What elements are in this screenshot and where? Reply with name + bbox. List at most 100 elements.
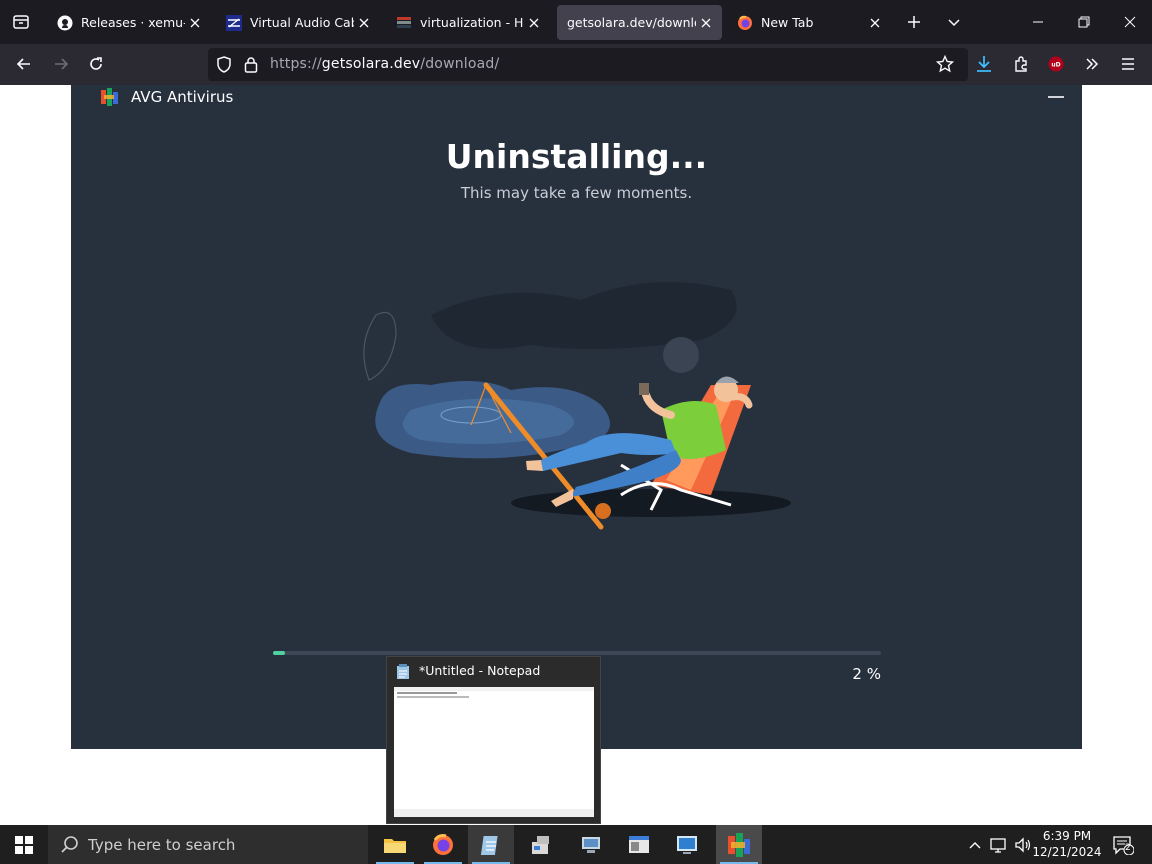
taskbar-notepad[interactable] bbox=[468, 825, 514, 864]
new-tab-button[interactable] bbox=[898, 6, 930, 38]
chevrons-right-icon bbox=[1086, 58, 1099, 70]
tab-title: Virtual Audio Cable - bbox=[250, 15, 354, 30]
forward-button[interactable] bbox=[45, 48, 77, 80]
tab-getsolara[interactable]: getsolara.dev/download/ bbox=[557, 5, 722, 40]
arrow-right-icon bbox=[55, 58, 69, 70]
taskbar-app-installer[interactable] bbox=[518, 825, 564, 864]
bookmark-star-icon[interactable] bbox=[935, 54, 955, 77]
notepad-thumbnail-preview[interactable]: *Untitled - Notepad bbox=[386, 656, 601, 824]
close-icon[interactable] bbox=[185, 13, 205, 33]
taskbar-window-app[interactable] bbox=[616, 825, 662, 864]
chevron-down-icon bbox=[948, 19, 960, 27]
tab-title: Releases · xemu-proj bbox=[81, 15, 185, 30]
network-icon bbox=[990, 837, 1006, 853]
taskbar-search-box[interactable]: Type here to search bbox=[48, 825, 368, 864]
folder-icon bbox=[384, 838, 406, 853]
firefox-view-button[interactable] bbox=[0, 0, 42, 44]
tab-strip: Releases · xemu-proj Virtual Audio Cable… bbox=[0, 0, 1152, 44]
relaxing-person-illustration bbox=[363, 282, 791, 530]
chevron-up-icon bbox=[969, 841, 981, 848]
shield-icon[interactable] bbox=[216, 56, 232, 77]
windows-logo-icon bbox=[15, 835, 33, 854]
ublock-icon: uD bbox=[1048, 56, 1064, 72]
clock-time: 6:39 PM bbox=[1042, 829, 1092, 843]
avg-logo-icon bbox=[101, 88, 118, 106]
more-tools-button[interactable] bbox=[1076, 48, 1108, 80]
preview-title: *Untitled - Notepad bbox=[419, 663, 541, 678]
computer-icon bbox=[582, 836, 600, 853]
github-icon bbox=[57, 15, 73, 31]
back-button[interactable] bbox=[8, 48, 40, 80]
monitor-icon bbox=[677, 835, 697, 854]
start-button[interactable] bbox=[0, 825, 48, 864]
reload-icon bbox=[90, 57, 102, 70]
notepad-icon bbox=[480, 835, 498, 855]
tab-virtual-audio-cable[interactable]: Virtual Audio Cable - bbox=[216, 5, 380, 40]
downloads-button[interactable] bbox=[968, 48, 1000, 80]
minimize-icon bbox=[1048, 96, 1064, 98]
taskbar-file-explorer[interactable] bbox=[372, 825, 418, 864]
lock-icon[interactable] bbox=[244, 56, 258, 77]
close-icon[interactable] bbox=[354, 13, 374, 33]
speaker-icon bbox=[1015, 836, 1031, 853]
extensions-button[interactable] bbox=[1005, 48, 1037, 80]
minimize-window-button[interactable] bbox=[1022, 6, 1054, 38]
taskbar-device-manager[interactable] bbox=[568, 825, 614, 864]
app-menu-button[interactable] bbox=[1112, 48, 1144, 80]
avg-logo-icon bbox=[728, 832, 750, 857]
network-button[interactable] bbox=[988, 825, 1010, 864]
reload-button[interactable] bbox=[80, 48, 112, 80]
list-all-tabs-button[interactable] bbox=[938, 6, 970, 38]
taskbar-clock[interactable]: 6:39 PM 12/21/2024 bbox=[1032, 828, 1102, 860]
installer-icon bbox=[532, 835, 549, 854]
volume-button[interactable] bbox=[1012, 825, 1034, 864]
taskbar-avg[interactable] bbox=[716, 825, 762, 864]
notepad-icon bbox=[397, 664, 409, 679]
notepad-content-thumbnail bbox=[394, 687, 594, 817]
tab-title: getsolara.dev/download/ bbox=[567, 15, 696, 30]
search-icon bbox=[61, 835, 78, 853]
action-center-button[interactable]: 2 bbox=[1108, 825, 1138, 864]
taskbar-control-panel[interactable] bbox=[664, 825, 710, 864]
vac-icon bbox=[226, 14, 242, 31]
firefox-view-icon bbox=[13, 15, 29, 29]
windows-taskbar: Type here to search 6:39 PM 12/21/2024 2 bbox=[0, 825, 1152, 864]
ublock-origin-button[interactable]: uD bbox=[1040, 48, 1072, 80]
close-icon[interactable] bbox=[696, 13, 716, 33]
restore-icon bbox=[1078, 16, 1090, 28]
preview-thumbnail[interactable] bbox=[394, 687, 594, 817]
stackexchange-icon bbox=[396, 15, 412, 31]
plus-icon bbox=[908, 16, 920, 28]
tab-title: New Tab bbox=[761, 15, 814, 30]
tab-virtualization[interactable]: virtualization - How bbox=[386, 5, 550, 40]
firefox-icon bbox=[433, 833, 453, 855]
puzzle-icon bbox=[1015, 56, 1027, 72]
search-placeholder: Type here to search bbox=[88, 835, 236, 854]
arrow-left-icon bbox=[16, 58, 30, 70]
avg-uninstaller-panel: AVG Antivirus Uninstalling... This may t… bbox=[71, 85, 1082, 749]
navigation-toolbar: https://getsolara.dev/download/ uD bbox=[0, 44, 1152, 85]
svg-text:uD: uD bbox=[1051, 62, 1060, 69]
clock-date: 12/21/2024 bbox=[1032, 845, 1102, 859]
minimize-button[interactable] bbox=[1046, 87, 1066, 107]
url-text[interactable]: https://getsolara.dev/download/ bbox=[270, 56, 499, 72]
brand: AVG Antivirus bbox=[101, 87, 233, 107]
tab-releases-xemu[interactable]: Releases · xemu-proj bbox=[47, 5, 211, 40]
close-window-button[interactable] bbox=[1114, 6, 1146, 38]
notification-count: 2 bbox=[1125, 843, 1131, 853]
minimize-icon bbox=[1033, 21, 1043, 23]
show-hidden-icons-button[interactable] bbox=[966, 825, 984, 864]
tab-new-tab[interactable]: New Tab bbox=[727, 5, 891, 40]
close-icon[interactable] bbox=[865, 13, 885, 33]
url-bar[interactable]: https://getsolara.dev/download/ bbox=[208, 48, 968, 81]
taskbar-firefox[interactable] bbox=[420, 825, 466, 864]
tab-title: virtualization - How bbox=[420, 15, 524, 30]
page-title: Uninstalling... bbox=[445, 137, 708, 176]
window-icon bbox=[629, 835, 649, 853]
progress-fill bbox=[273, 651, 286, 655]
close-icon bbox=[1124, 16, 1136, 28]
restore-window-button[interactable] bbox=[1068, 6, 1100, 38]
close-icon[interactable] bbox=[524, 13, 544, 33]
page-subtitle: This may take a few moments. bbox=[460, 184, 693, 202]
progress-percent: 2 % bbox=[852, 665, 881, 683]
